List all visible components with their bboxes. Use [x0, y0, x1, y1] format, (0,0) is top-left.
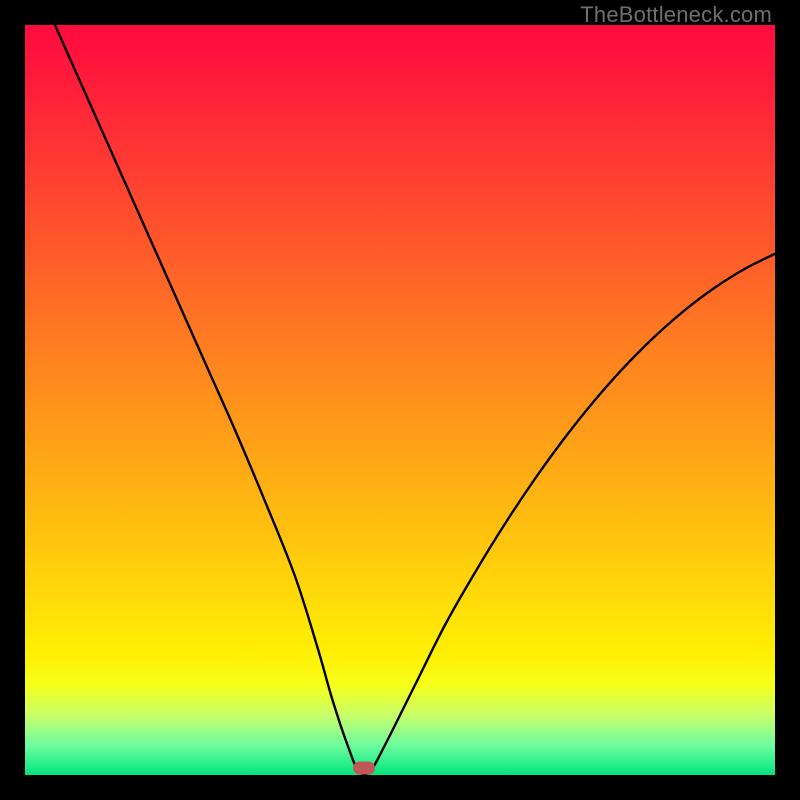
- min-point-marker: [353, 762, 375, 775]
- plot-area: [25, 25, 775, 775]
- curve-line: [55, 25, 775, 775]
- curve-svg: [25, 25, 775, 775]
- chart-container: TheBottleneck.com: [0, 0, 800, 800]
